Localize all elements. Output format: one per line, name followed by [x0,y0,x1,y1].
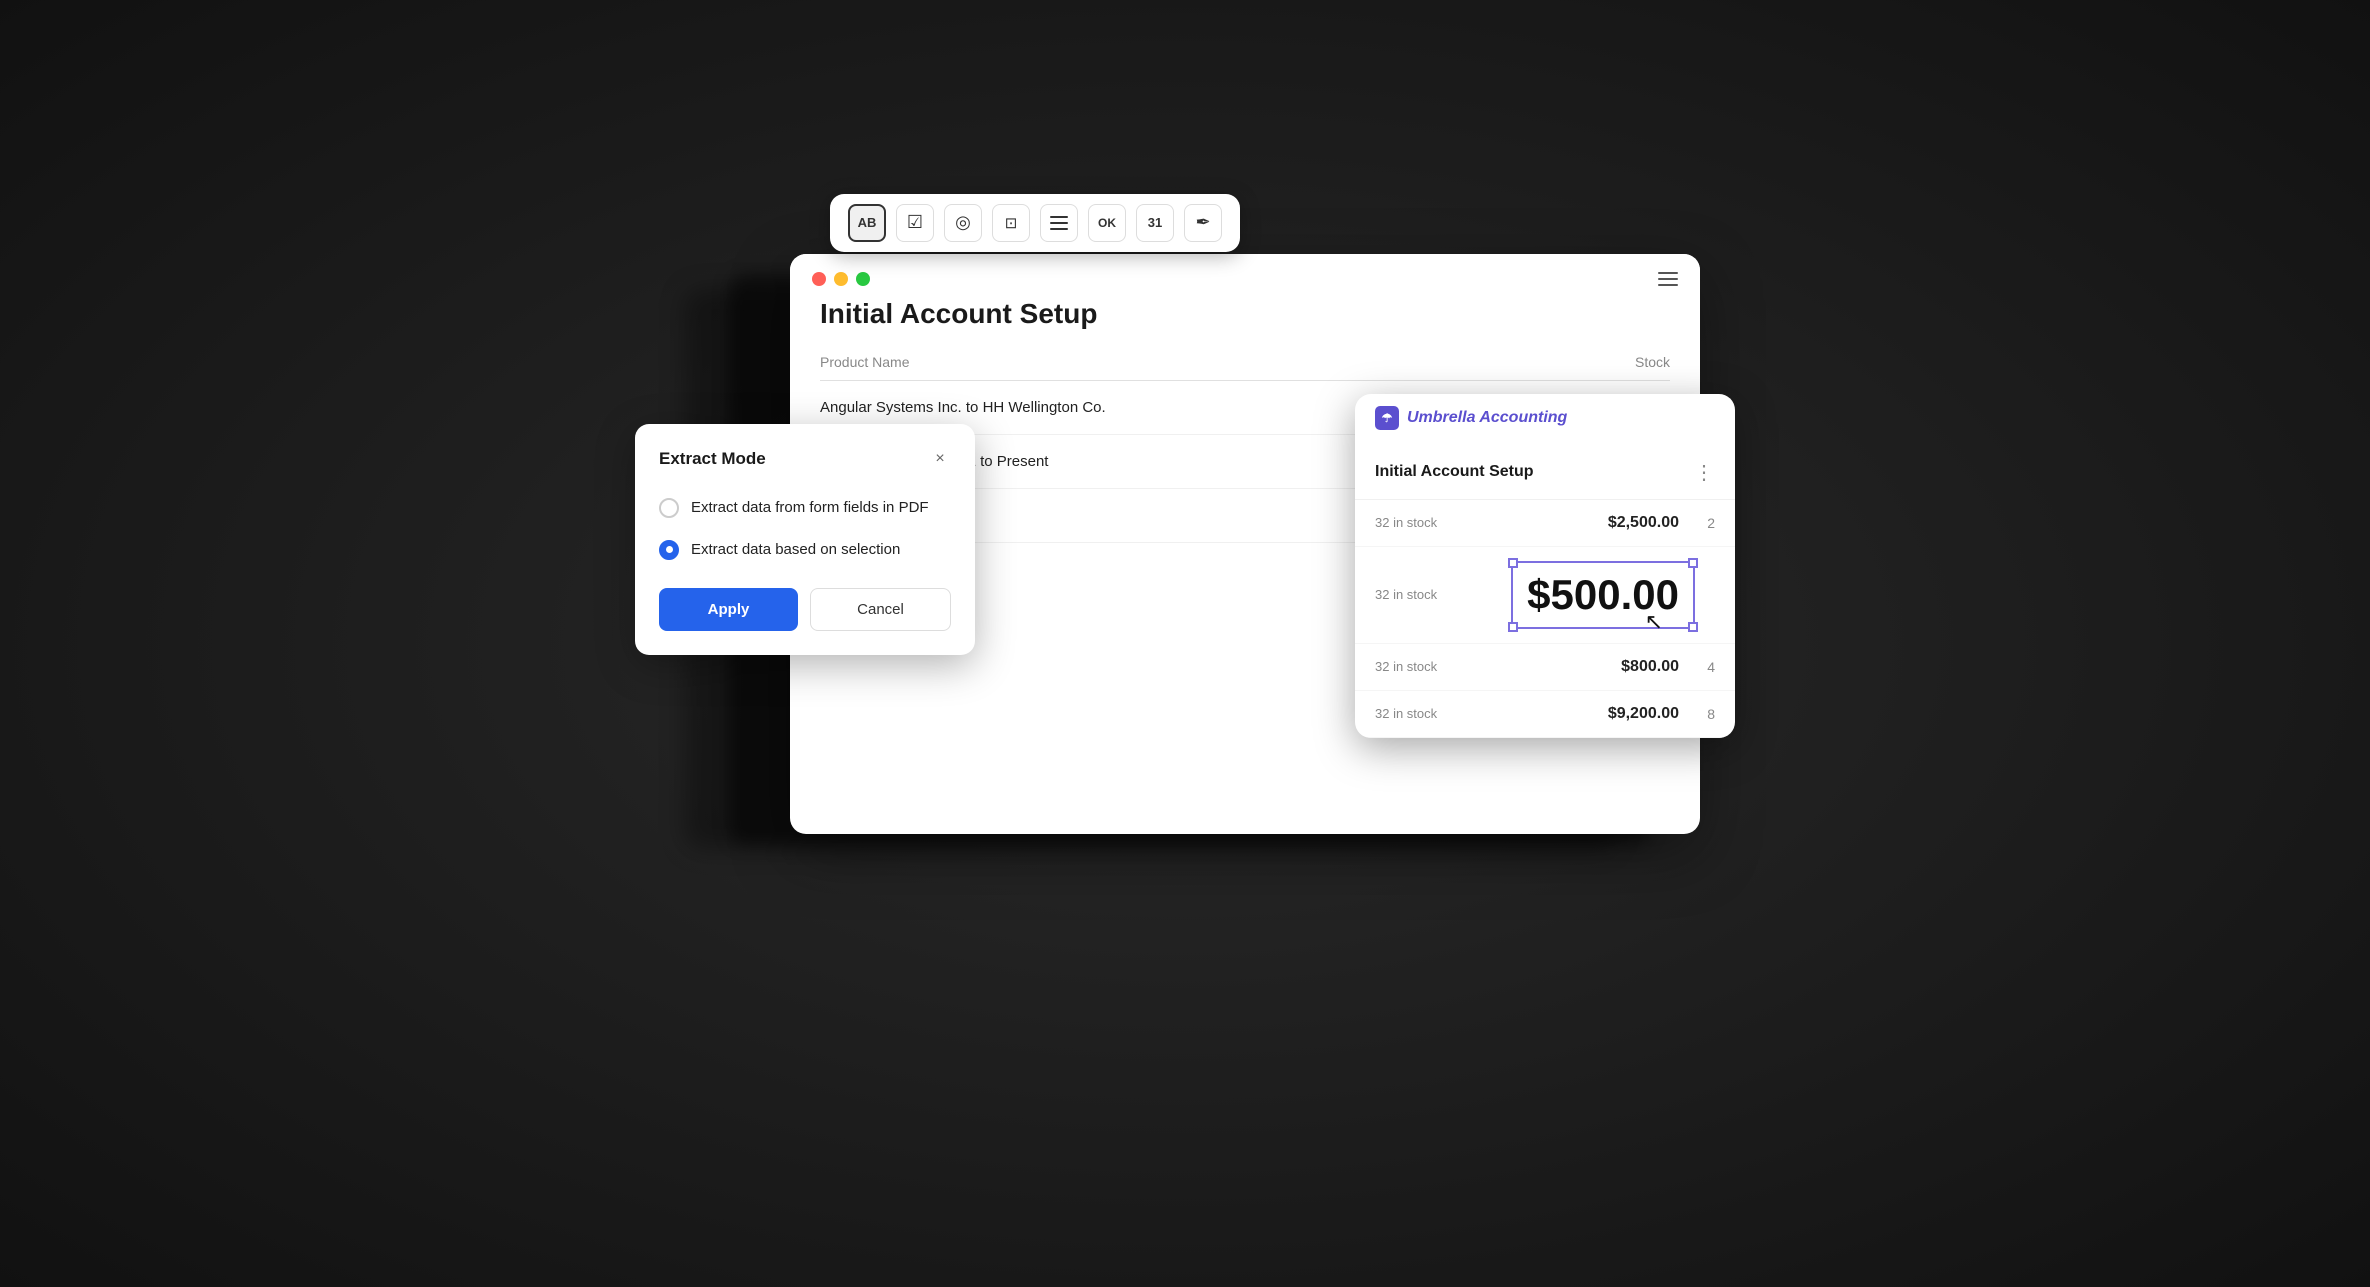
dropdown-icon[interactable]: ⊡ [992,204,1030,242]
handle-bl[interactable] [1508,622,1518,632]
panel-title: Initial Account Setup [1375,463,1534,481]
handle-tr[interactable] [1688,558,1698,568]
panel-row-3: 32 in stock $9,200.00 8 [1355,691,1735,738]
panel-row-amount-2: $800.00 [1621,658,1679,676]
brand-header: ☂ Umbrella Accounting [1355,394,1735,442]
maximize-button[interactable] [856,272,870,286]
titlebar [790,254,1700,298]
radio-label-1: Extract data based on selection [691,541,900,558]
handle-tl[interactable] [1508,558,1518,568]
menu-icon[interactable] [1658,272,1678,286]
panel-row-num-2: 4 [1695,659,1715,675]
extract-mode-dialog: Extract Mode × Extract data from form fi… [635,424,975,655]
panel-row-stock-0: 32 in stock [1375,515,1592,530]
brand-icon: ☂ [1375,406,1399,430]
col-product-header: Product Name [820,354,1458,370]
panel-row-2: 32 in stock $800.00 4 [1355,644,1735,691]
panel-row-amount-3: $9,200.00 [1608,705,1679,723]
text-field-icon[interactable]: AB [848,204,886,242]
traffic-lights [812,272,870,286]
list-icon[interactable] [1040,204,1078,242]
panel-row-stock-1: 32 in stock [1375,587,1511,602]
panel-row-stock-2: 32 in stock [1375,659,1605,674]
right-panel: ☂ Umbrella Accounting Initial Account Se… [1355,394,1735,738]
panel-row-num-3: 8 [1695,706,1715,722]
calendar-icon[interactable]: 31 [1136,204,1174,242]
page-title: Initial Account Setup [820,298,1670,330]
selected-value-box: $500.00 ↖ [1511,561,1695,629]
panel-row-num-0: 2 [1695,515,1715,531]
brand-name: Umbrella Accounting [1407,409,1567,427]
cursor-icon: ↖ [1645,609,1663,635]
checkbox-icon[interactable]: ☑ [896,204,934,242]
dialog-header: Extract Mode × [659,448,951,470]
radio-icon[interactable]: ◎ [944,204,982,242]
panel-row-stock-3: 32 in stock [1375,706,1592,721]
radio-option-0[interactable]: Extract data from form fields in PDF [659,498,951,518]
panel-header: Initial Account Setup ⋮ [1355,442,1735,500]
radio-button-0[interactable] [659,498,679,518]
radio-button-1[interactable] [659,540,679,560]
table-header: Product Name Stock [820,354,1670,381]
close-button[interactable] [812,272,826,286]
panel-row-1: 32 in stock $500.00 ↖ [1355,547,1735,644]
dialog-title: Extract Mode [659,449,766,469]
pen-icon[interactable]: ✒ [1184,204,1222,242]
cancel-button[interactable]: Cancel [810,588,951,631]
radio-option-1[interactable]: Extract data based on selection [659,540,951,560]
toolbar: AB ☑ ◎ ⊡ OK 31 ✒ [830,194,1240,252]
ok-icon[interactable]: OK [1088,204,1126,242]
close-dialog-button[interactable]: × [929,448,951,470]
panel-row-amount-0: $2,500.00 [1608,514,1679,532]
apply-button[interactable]: Apply [659,588,798,631]
dialog-actions: Apply Cancel [659,588,951,631]
panel-row-0: 32 in stock $2,500.00 2 [1355,500,1735,547]
panel-menu-button[interactable]: ⋮ [1694,460,1715,485]
minimize-button[interactable] [834,272,848,286]
col-stock-header: Stock [1458,354,1671,370]
radio-label-0: Extract data from form fields in PDF [691,499,929,516]
handle-br[interactable] [1688,622,1698,632]
